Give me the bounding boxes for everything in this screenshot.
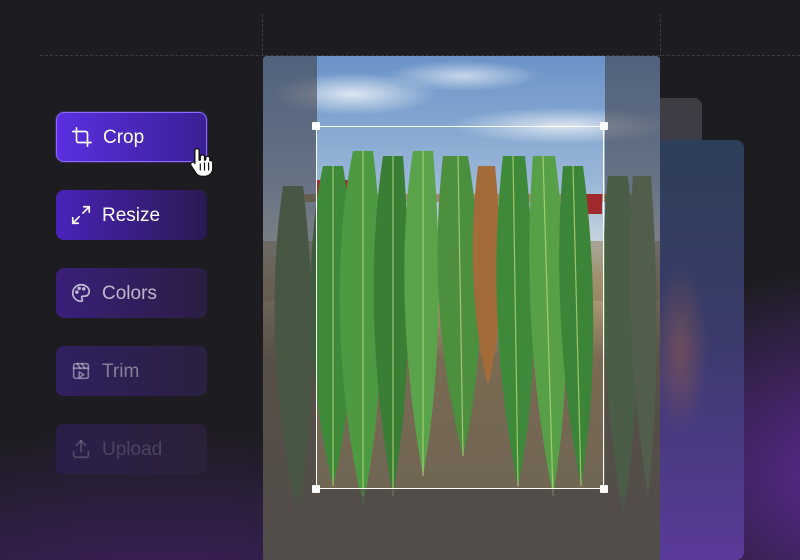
crop-label: Crop — [103, 126, 145, 148]
crop-mask-right — [605, 56, 660, 560]
upload-button[interactable]: Upload — [56, 424, 207, 474]
canvas-guide-left — [262, 14, 263, 56]
crop-button[interactable]: Crop — [56, 112, 207, 162]
upload-label: Upload — [102, 438, 163, 460]
crop-handle-top-right[interactable] — [600, 122, 608, 130]
resize-label: Resize — [102, 204, 161, 226]
palette-icon — [72, 283, 91, 303]
crop-handle-top-left[interactable] — [312, 122, 320, 130]
crop-icon — [72, 127, 92, 147]
resize-button[interactable]: Resize — [56, 190, 207, 240]
canvas-guide-right — [660, 14, 661, 56]
crop-mask-left — [263, 56, 317, 560]
trim-label: Trim — [102, 360, 140, 382]
ghost-preview — [660, 220, 720, 480]
crop-handle-bottom-right[interactable] — [600, 485, 608, 493]
crop-frame[interactable] — [312, 122, 608, 493]
hand-pointer-icon — [189, 147, 214, 178]
clapperboard-icon — [72, 362, 90, 380]
crop-handle-bottom-left[interactable] — [312, 485, 320, 493]
colors-label: Colors — [102, 282, 157, 304]
crop-mask-bottom — [317, 488, 605, 560]
colors-button[interactable]: Colors — [56, 268, 207, 318]
expand-arrows-icon — [71, 205, 91, 225]
trim-button[interactable]: Trim — [56, 346, 207, 396]
upload-icon — [72, 439, 90, 459]
